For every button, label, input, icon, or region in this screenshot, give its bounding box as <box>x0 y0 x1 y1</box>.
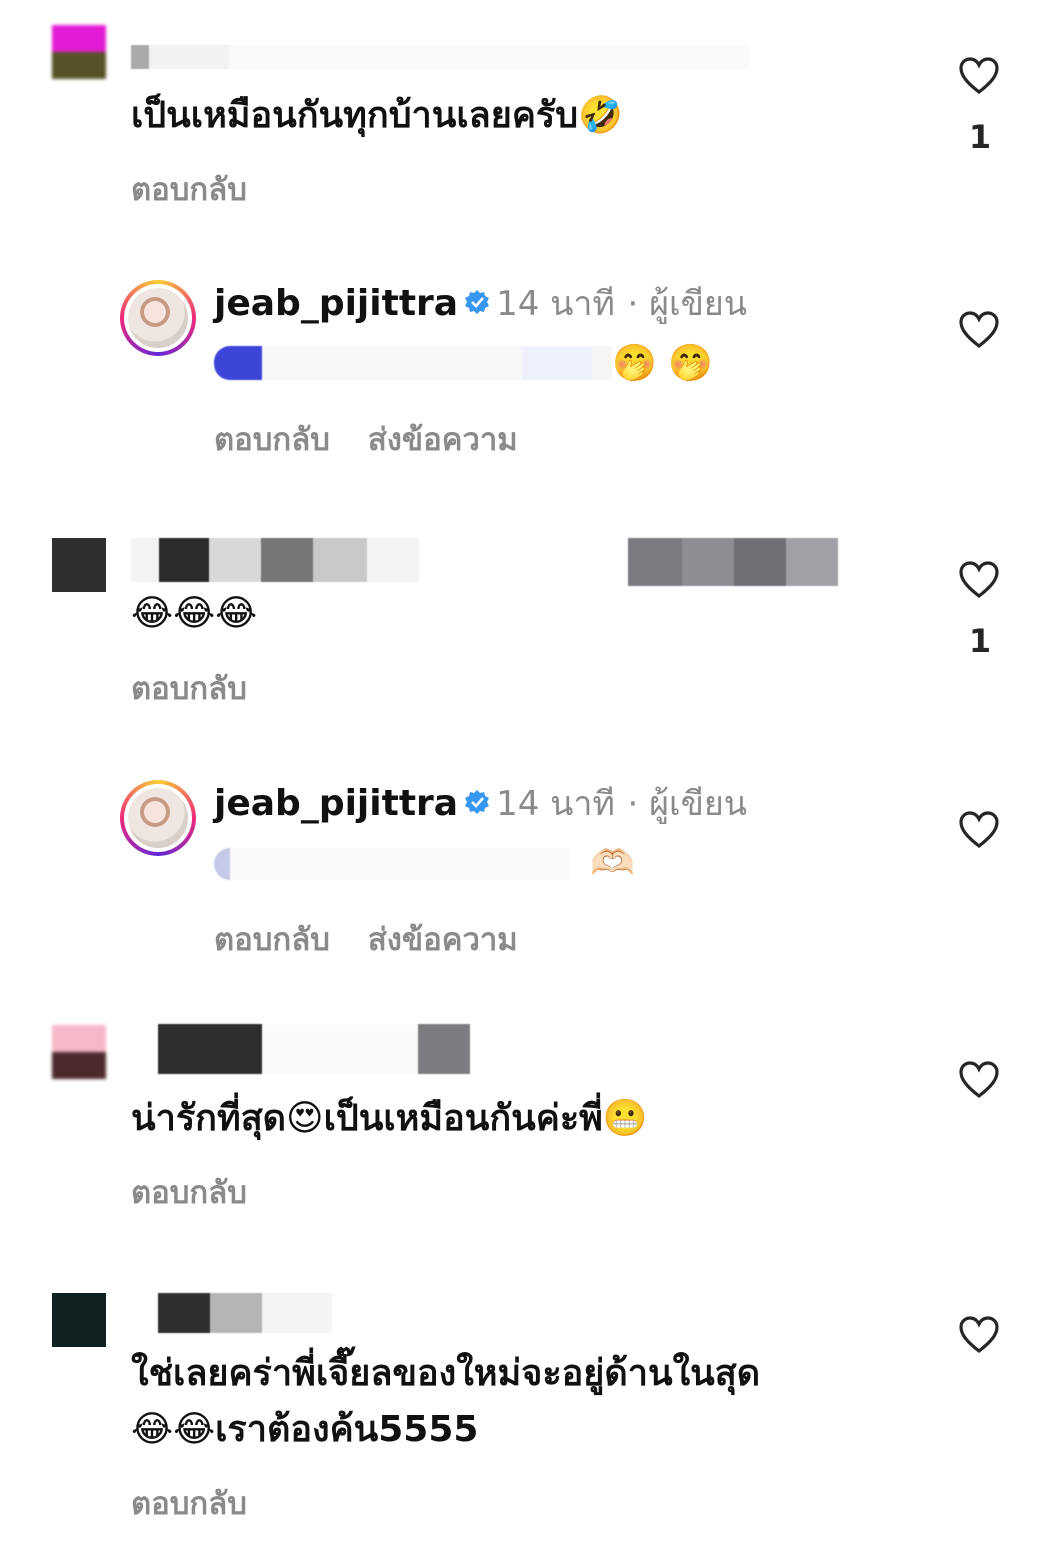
comment-text: เป็นเหมือนกันทุกบ้านเลยครับ🤣 <box>131 95 623 136</box>
blurred-mention <box>214 346 612 380</box>
blurred-username-extra <box>628 538 838 586</box>
heart-icon[interactable] <box>958 1315 1000 1355</box>
author-avatar[interactable] <box>120 780 196 856</box>
reply-button[interactable]: ตอบกลับ <box>131 1173 247 1213</box>
heart-icon[interactable] <box>958 310 1000 350</box>
blurred-mention <box>214 848 570 880</box>
heart-icon[interactable] <box>958 560 1000 600</box>
heart-icon[interactable] <box>958 810 1000 850</box>
commenter-avatar[interactable] <box>52 538 106 592</box>
reply-button[interactable]: ตอบกลับ <box>214 422 330 458</box>
blurred-username <box>131 45 749 69</box>
heart-icon[interactable] <box>958 1060 1000 1100</box>
author-header: jeab_pijittra 14 นาที · ผู้เขียน <box>214 281 747 327</box>
comment-text-line-1: ใช่เลยคร่าพี่เจี๊ยลของใหม่จะอยู่ด้านในสุ… <box>131 1353 761 1394</box>
reply-button[interactable]: ตอบกลับ <box>214 922 330 958</box>
blurred-username <box>131 538 419 582</box>
comment-text: น่ารักที่สุด😍เป็นเหมือนกันค่ะพี่😬 <box>131 1098 648 1139</box>
commenter-avatar[interactable] <box>52 25 106 79</box>
comment-text-line-2: 😂😂เราต้องค้น5555 <box>131 1409 479 1450</box>
author-label: · ผู้เขียน <box>627 284 748 324</box>
reply-emoji: 🤭 🤭 <box>612 343 714 384</box>
blurred-username <box>158 1024 470 1074</box>
blurred-username <box>158 1293 332 1333</box>
commenter-avatar[interactable] <box>52 1293 106 1347</box>
like-count: 1 <box>968 118 992 156</box>
author-header: jeab_pijittra 14 นาที · ผู้เขียน <box>214 781 747 827</box>
comment-text: 😂😂😂 <box>131 593 258 634</box>
author-avatar[interactable] <box>120 280 196 356</box>
reply-button[interactable]: ตอบกลับ <box>131 170 247 210</box>
reply-actions: ตอบกลับ ส่งข้อความ <box>214 920 556 960</box>
verified-badge-icon <box>465 790 490 814</box>
send-message-button[interactable]: ส่งข้อความ <box>368 922 518 958</box>
username[interactable]: jeab_pijittra <box>214 283 458 324</box>
timestamp: 14 นาที <box>496 284 615 324</box>
send-message-button[interactable]: ส่งข้อความ <box>368 422 518 458</box>
reply-actions: ตอบกลับ ส่งข้อความ <box>214 420 556 460</box>
verified-badge-icon <box>465 290 490 314</box>
reply-emoji: 🫶🏻 <box>590 843 635 884</box>
reply-button[interactable]: ตอบกลับ <box>131 669 247 709</box>
commenter-avatar[interactable] <box>52 1025 106 1079</box>
timestamp: 14 นาที <box>496 784 615 824</box>
like-count: 1 <box>968 622 992 660</box>
username[interactable]: jeab_pijittra <box>214 783 458 824</box>
heart-icon[interactable] <box>958 56 1000 96</box>
author-label: · ผู้เขียน <box>627 784 748 824</box>
reply-button[interactable]: ตอบกลับ <box>131 1484 247 1524</box>
